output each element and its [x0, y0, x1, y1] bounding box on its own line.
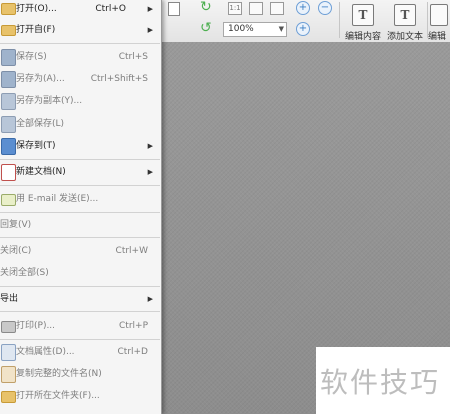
chevron-down-icon: ▼ — [278, 25, 284, 33]
menu-item-label: 回复(V) — [0, 220, 32, 230]
document-properties-icon — [1, 344, 16, 361]
menu-item-shortcut: Ctrl+P — [119, 321, 148, 331]
menu-separator — [0, 43, 160, 44]
menu-item-label: 文档属性(D)... — [16, 347, 75, 357]
menu-item-label: 导出 — [0, 294, 19, 304]
menu-separator — [0, 311, 160, 312]
menu-item-new-document[interactable]: 新建文档(N) ▶ — [0, 162, 160, 182]
save-as-icon — [1, 71, 16, 88]
menu-item-export[interactable]: 导出 ▶ — [0, 289, 160, 309]
save-disk-icon — [1, 49, 16, 66]
menu-item-label: 用 E-mail 发送(E)... — [16, 194, 99, 204]
menu-item-revert[interactable]: 回复(V) — [0, 215, 160, 235]
menu-item-save-to[interactable]: 保存到(T) ▶ — [0, 136, 160, 156]
menu-item-label: 另存为副本(Y)... — [16, 96, 83, 106]
menu-item-print[interactable]: 打印(P)... Ctrl+P — [0, 316, 160, 336]
zoom-plus-circle-icon[interactable]: + — [296, 22, 310, 36]
open-folder-icon — [1, 3, 16, 15]
menu-item-label: 保存到(T) — [16, 141, 56, 151]
watermark: 软件技巧 — [316, 347, 450, 414]
open-from-folder-icon — [1, 25, 16, 36]
menu-item-document-properties[interactable]: 文档属性(D)... Ctrl+D — [0, 342, 160, 362]
email-icon — [1, 194, 16, 206]
menu-item-send-email[interactable]: 用 E-mail 发送(E)... — [0, 189, 160, 209]
menu-separator — [0, 286, 160, 287]
watermark-text: 软件技巧 — [320, 366, 441, 399]
menu-separator — [0, 185, 160, 186]
menu-item-shortcut: Ctrl+D — [117, 347, 149, 357]
menu-item-close[interactable]: 关闭(C) Ctrl+W — [0, 241, 160, 261]
submenu-arrow-icon: ▶ — [147, 26, 153, 34]
toolbar-separator — [339, 2, 340, 38]
actual-size-icon[interactable]: 1:1 — [228, 2, 242, 15]
printer-icon — [1, 321, 16, 333]
zoom-out-icon[interactable]: − — [318, 1, 332, 15]
menu-item-label: 打开自(F) — [16, 25, 56, 35]
menu-item-save-copy[interactable]: 另存为副本(Y)... — [0, 91, 160, 111]
menu-separator — [0, 339, 160, 340]
submenu-arrow-icon: ▶ — [147, 5, 153, 13]
submenu-arrow-icon: ▶ — [147, 168, 153, 176]
edit-content-button[interactable]: T 编辑内容 — [343, 2, 383, 42]
fit-page-icon[interactable] — [249, 2, 263, 15]
menu-separator — [0, 212, 160, 213]
menu-separator — [0, 159, 160, 160]
submenu-arrow-icon: ▶ — [147, 142, 153, 150]
menu-item-label: 保存(S) — [16, 52, 47, 62]
edit-more-label: 编辑 — [428, 32, 447, 40]
zoom-value: 100% — [228, 24, 254, 34]
menu-item-shortcut: Ctrl+O — [95, 4, 126, 14]
new-document-icon — [1, 164, 16, 181]
edit-content-icon: T — [352, 4, 374, 26]
menu-item-shortcut: Ctrl+S — [118, 52, 148, 62]
save-all-icon — [1, 116, 16, 133]
menu-item-save-as[interactable]: 另存为(A)... Ctrl+Shift+S — [0, 69, 160, 89]
add-text-label: 添加文本 — [386, 32, 423, 42]
menu-item-label: 打开(O)... — [16, 4, 57, 14]
add-text-icon: T — [394, 4, 416, 26]
menu-item-open-from[interactable]: 打开自(F) ▶ — [0, 20, 160, 40]
menu-item-label: 复制完整的文件名(N) — [16, 369, 102, 379]
menu-item-label: 新建文档(N) — [16, 167, 66, 177]
add-text-button[interactable]: T 添加文本 — [385, 2, 425, 42]
menu-separator — [0, 237, 160, 238]
menu-item-save[interactable]: 保存(S) Ctrl+S — [0, 47, 160, 67]
menu-item-label: 关闭全部(S) — [0, 268, 49, 278]
submenu-arrow-icon: ▶ — [147, 295, 153, 303]
menu-item-close-all[interactable]: 关闭全部(S) — [0, 263, 160, 283]
edit-content-label: 编辑内容 — [344, 32, 381, 42]
copy-filename-icon — [1, 366, 16, 383]
zoom-select[interactable]: 100% ▼ — [223, 22, 287, 37]
menu-item-label: 打印(P)... — [16, 321, 56, 331]
save-to-icon — [1, 138, 16, 155]
menu-item-save-all[interactable]: 全部保存(L) — [0, 114, 160, 134]
file-menu: 打开(O)... Ctrl+O ▶ 打开自(F) ▶ 保存(S) Ctrl+S … — [0, 0, 162, 414]
menu-item-shortcut: Ctrl+Shift+S — [90, 74, 148, 84]
menu-item-label: 全部保存(L) — [16, 119, 65, 129]
menu-item-open-containing-folder[interactable]: 打开所在文件夹(F)... — [0, 386, 160, 406]
folder-icon — [1, 391, 16, 403]
zoom-in-icon[interactable]: + — [296, 1, 310, 15]
hand-tool-icon[interactable] — [168, 2, 180, 16]
menu-item-copy-full-filename[interactable]: 复制完整的文件名(N) — [0, 364, 160, 384]
menu-item-label: 关闭(C) — [0, 246, 32, 256]
menu-item-label: 打开所在文件夹(F)... — [16, 391, 100, 401]
rotate-clockwise-icon[interactable]: ↻ — [200, 0, 214, 14]
edit-more-button[interactable]: 编辑 — [428, 2, 450, 40]
fit-width-icon[interactable] — [270, 2, 284, 15]
menu-item-open[interactable]: 打开(O)... Ctrl+O ▶ — [0, 0, 160, 19]
edit-more-icon — [430, 4, 448, 26]
menu-item-label: 另存为(A)... — [16, 74, 65, 84]
rotate-counterclockwise-icon[interactable]: ↺ — [200, 21, 214, 35]
menu-item-shortcut: Ctrl+W — [115, 246, 148, 256]
save-copy-icon — [1, 93, 16, 110]
